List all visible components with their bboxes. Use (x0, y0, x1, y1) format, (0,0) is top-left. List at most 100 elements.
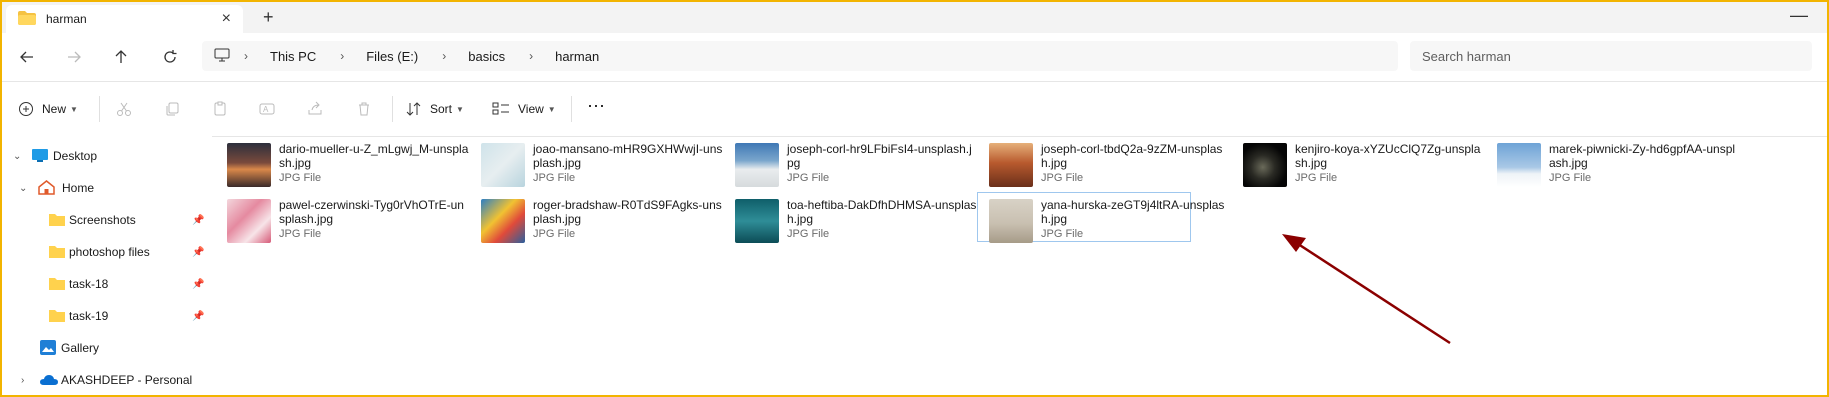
file-type: JPG File (533, 228, 576, 240)
new-button[interactable]: New ▼ (18, 97, 78, 121)
address-bar[interactable]: › This PC › Files (E:) › basics › harman (202, 41, 1398, 71)
folder-icon (18, 10, 36, 28)
file-type: JPG File (787, 172, 830, 184)
desktop-icon (32, 149, 48, 162)
file-name: dario-mueller-u-Z_mLgwj_M-unsplash.jpg (279, 142, 469, 170)
image-thumbnail (227, 199, 271, 243)
annotation-arrow (1282, 234, 1451, 345)
file-item[interactable]: kenjiro-koya-xYZUcClQ7Zg-unsplash.jpg JP… (1231, 136, 1480, 187)
new-tab-icon[interactable]: + (263, 7, 274, 28)
sidebar-item-label: Gallery (61, 341, 100, 355)
file-item[interactable]: marek-piwnicki-Zy-hd6gpfAA-unsplash.jpg … (1485, 136, 1735, 187)
ellipsis-icon[interactable]: ⋯ (587, 94, 605, 118)
forward-arrow-icon[interactable] (62, 45, 86, 69)
this-pc-icon (214, 48, 230, 65)
chevron-down-icon: ▼ (547, 104, 556, 114)
close-tab-icon[interactable]: × (222, 10, 231, 28)
search-input[interactable]: Search harman (1410, 41, 1812, 71)
file-name: marek-piwnicki-Zy-hd6gpfAA-unsplash.jpg (1549, 142, 1736, 170)
sort-icon (406, 102, 421, 116)
file-type: JPG File (1295, 172, 1338, 184)
share-icon[interactable] (307, 97, 323, 121)
image-thumbnail (735, 143, 779, 187)
sidebar-item-label: task-18 (69, 277, 109, 291)
folder-icon (49, 309, 65, 322)
image-thumbnail (481, 199, 525, 243)
file-type: JPG File (1549, 172, 1592, 184)
pin-icon[interactable]: 📌 (192, 311, 204, 322)
cut-icon[interactable] (116, 97, 132, 121)
refresh-icon[interactable] (158, 45, 182, 69)
file-name: joseph-corl-hr9LFbiFsI4-unsplash.jpg (787, 142, 972, 170)
navigation-pane: ⌄ Desktop ⌄ Home Screenshots 📌 photoshop… (2, 136, 212, 395)
pin-icon[interactable]: 📌 (192, 215, 204, 226)
chevron-down-icon[interactable]: ⌄ (19, 183, 27, 194)
image-thumbnail (989, 143, 1033, 187)
file-type: JPG File (1041, 228, 1084, 240)
chevron-down-icon[interactable]: ⌄ (13, 151, 21, 162)
tab-title: harman (46, 12, 87, 26)
cloud-icon (40, 374, 58, 387)
file-item[interactable]: joseph-corl-tbdQ2a-9zZM-unsplash.jpg JPG… (977, 136, 1222, 187)
file-type: JPG File (533, 172, 576, 184)
image-thumbnail (989, 199, 1033, 243)
file-name: roger-bradshaw-R0TdS9FAgks-unsplash.jpg (533, 198, 722, 226)
sidebar-item-label: Screenshots (69, 213, 136, 227)
back-arrow-icon[interactable] (15, 45, 39, 69)
file-type: JPG File (1041, 172, 1084, 184)
minimize-icon[interactable]: — (1790, 5, 1808, 26)
file-type: JPG File (787, 228, 830, 240)
chevron-right-icon[interactable]: › (529, 49, 533, 63)
breadcrumb-harman[interactable]: harman (555, 49, 599, 64)
file-name: kenjiro-koya-xYZUcClQ7Zg-unsplash.jpg (1295, 142, 1481, 170)
file-list: dario-mueller-u-Z_mLgwj_M-unsplash.jpg J… (215, 136, 1825, 395)
chevron-right-icon[interactable]: › (340, 49, 344, 63)
pin-icon[interactable]: 📌 (192, 247, 204, 258)
image-thumbnail (227, 143, 271, 187)
file-item[interactable]: pawel-czerwinski-Tyg0rVhOTrE-unsplash.jp… (215, 192, 464, 243)
new-label: New (42, 102, 67, 116)
breadcrumb-basics[interactable]: basics (468, 49, 505, 64)
file-name: yana-hurska-zeGT9j4ltRA-unsplash.jpg (1041, 198, 1225, 226)
chevron-right-icon[interactable]: › (244, 49, 248, 63)
view-button[interactable]: View ▼ (492, 97, 556, 121)
image-thumbnail (1243, 143, 1287, 187)
command-bar: New ▼ A Sort ▼ View ▼ ⋯ (2, 81, 1827, 137)
search-placeholder: Search harman (1422, 48, 1511, 64)
file-item[interactable]: roger-bradshaw-R0TdS9FAgks-unsplash.jpg … (469, 192, 722, 243)
file-type: JPG File (279, 228, 322, 240)
sidebar-item-label: Home (62, 181, 95, 195)
file-item[interactable]: toa-heftiba-DakDfhDHMSA-unsplash.jpg JPG… (723, 192, 976, 243)
pin-icon[interactable]: 📌 (192, 279, 204, 290)
view-label: View (518, 102, 544, 116)
gallery-icon (40, 340, 56, 355)
file-item[interactable]: joao-mansano-mHR9GXHWwjI-unsplash.jpg JP… (469, 136, 722, 187)
chevron-right-icon[interactable]: › (21, 375, 24, 386)
file-item[interactable]: dario-mueller-u-Z_mLgwj_M-unsplash.jpg J… (215, 136, 468, 187)
sort-button[interactable]: Sort ▼ (406, 97, 464, 121)
folder-icon (49, 213, 65, 226)
breadcrumb-files-e[interactable]: Files (E:) (366, 49, 418, 64)
sort-label: Sort (430, 102, 453, 116)
copy-icon[interactable] (164, 97, 180, 121)
plus-circle-icon (19, 102, 33, 116)
tab-harman[interactable]: harman × (6, 5, 243, 33)
file-item[interactable]: joseph-corl-hr9LFbiFsI4-unsplash.jpg JPG… (723, 136, 972, 187)
svg-text:A: A (263, 105, 269, 114)
file-name: toa-heftiba-DakDfhDHMSA-unsplash.jpg (787, 198, 977, 226)
delete-icon[interactable] (356, 97, 372, 121)
folder-icon (49, 277, 65, 290)
rename-icon[interactable]: A (259, 97, 275, 121)
view-icon (492, 102, 509, 115)
image-thumbnail (1497, 143, 1541, 187)
chevron-right-icon[interactable]: › (442, 49, 446, 63)
breadcrumb-this-pc[interactable]: This PC (270, 49, 316, 64)
chevron-down-icon: ▼ (70, 104, 78, 114)
sidebar-item-label: task-19 (69, 309, 109, 323)
sidebar-item-label: photoshop files (69, 245, 150, 259)
paste-icon[interactable] (212, 97, 228, 121)
up-arrow-icon[interactable] (109, 45, 133, 69)
file-item-selected[interactable]: yana-hurska-zeGT9j4ltRA-unsplash.jpg JPG… (977, 192, 1224, 243)
file-name: joao-mansano-mHR9GXHWwjI-unsplash.jpg (533, 142, 723, 170)
folder-icon (49, 245, 65, 258)
